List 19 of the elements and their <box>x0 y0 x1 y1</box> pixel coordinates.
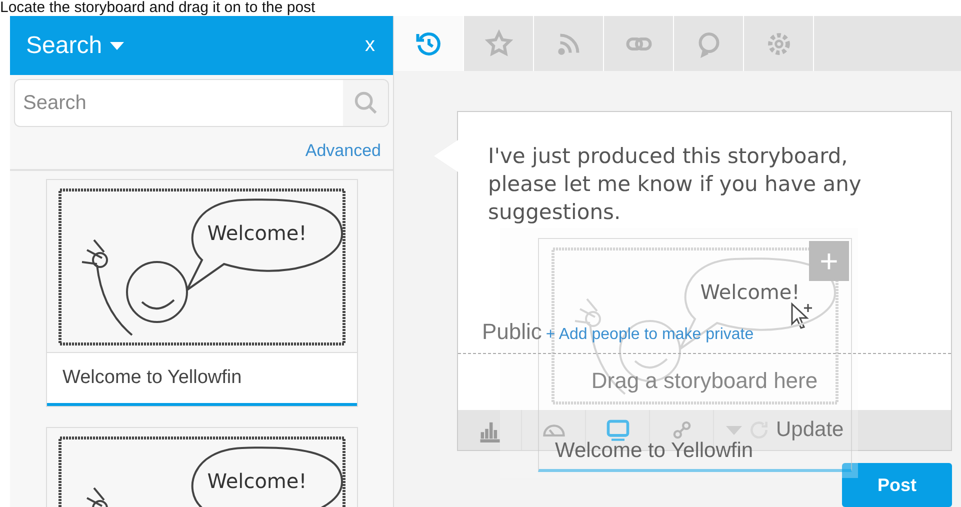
search-menu-button[interactable]: Search <box>26 32 124 60</box>
monitor-icon <box>604 417 630 443</box>
cursor-icon <box>790 302 814 332</box>
storyboard-title: Welcome to Yellowfin <box>46 352 356 406</box>
star-icon <box>484 28 514 58</box>
add-button[interactable]: + <box>809 241 849 281</box>
post-message: I've just produced this storyboard, please let me know if you have any suggestions. <box>488 143 862 226</box>
advanced-link[interactable]: Advanced <box>305 141 381 161</box>
dropdown-caret-icon <box>726 426 742 434</box>
instruction-caption: Locate the storyboard and drag it on to the post <box>0 0 316 16</box>
storyboard-title: Welcome to Yellowfin <box>554 439 754 464</box>
drop-hint: Drag a storyboard here <box>591 368 818 394</box>
post-button[interactable]: Post <box>842 463 952 507</box>
add-people-link[interactable]: + Add people to make private <box>546 326 754 344</box>
close-button[interactable]: x <box>363 34 377 57</box>
storyboard-card[interactable]: Welcome! Welcome to Yellowfin <box>46 179 358 407</box>
panel-tab[interactable] <box>394 16 464 71</box>
caret-icon <box>110 42 124 50</box>
update-button[interactable]: Update <box>776 418 844 442</box>
